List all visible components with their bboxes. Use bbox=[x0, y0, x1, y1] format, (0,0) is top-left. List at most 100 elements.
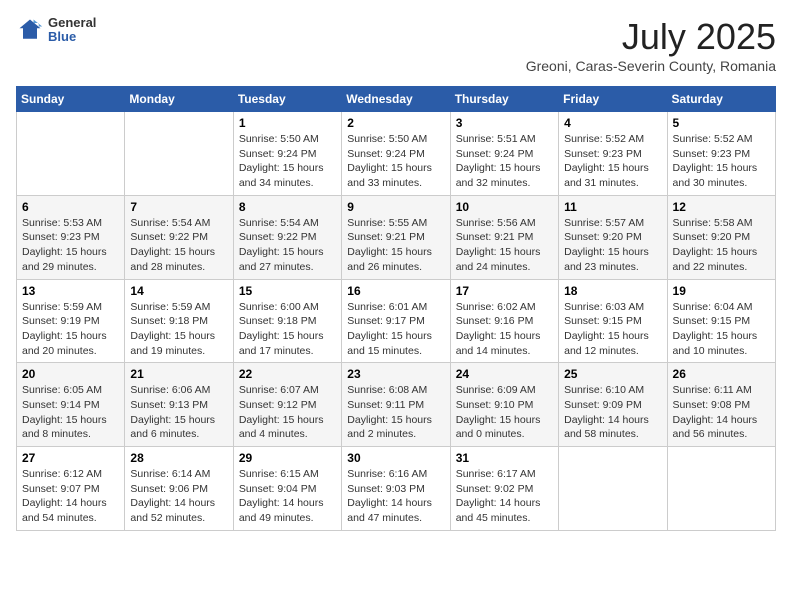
calendar-cell: 13 Sunrise: 5:59 AMSunset: 9:19 PMDayligh… bbox=[17, 279, 125, 363]
calendar-cell bbox=[559, 447, 667, 531]
day-number: 9 bbox=[347, 200, 444, 214]
day-info: Sunrise: 5:51 AMSunset: 9:24 PMDaylight:… bbox=[456, 132, 553, 191]
calendar-cell: 11Sunrise: 5:57 AMSunset: 9:20 PMDayligh… bbox=[559, 195, 667, 279]
day-number: 21 bbox=[130, 367, 227, 381]
day-number: 3 bbox=[456, 116, 553, 130]
day-info: Sunrise: 6:09 AMSunset: 9:10 PMDaylight:… bbox=[456, 383, 553, 442]
calendar-cell bbox=[125, 112, 233, 196]
logo-blue-text: Blue bbox=[48, 30, 96, 44]
calendar-cell: 9Sunrise: 5:55 AMSunset: 9:21 PMDaylight… bbox=[342, 195, 450, 279]
calendar-cell: 23 Sunrise: 6:08 AMSunset: 9:11 PMDayligh… bbox=[342, 363, 450, 447]
day-info: Sunrise: 6:01 AMSunset: 9:17 PMDaylight:… bbox=[347, 300, 444, 359]
day-number: 20 bbox=[22, 367, 119, 381]
calendar-cell: 3 Sunrise: 5:51 AMSunset: 9:24 PMDaylight… bbox=[450, 112, 558, 196]
calendar-cell: 15Sunrise: 6:00 AMSunset: 9:18 PMDayligh… bbox=[233, 279, 341, 363]
calendar-cell bbox=[667, 447, 775, 531]
day-info: Sunrise: 6:06 AMSunset: 9:13 PMDaylight:… bbox=[130, 383, 227, 442]
day-number: 8 bbox=[239, 200, 336, 214]
calendar-cell: 31Sunrise: 6:17 AMSunset: 9:02 PMDayligh… bbox=[450, 447, 558, 531]
header-friday: Friday bbox=[559, 87, 667, 112]
calendar-cell: 29 Sunrise: 6:15 AMSunset: 9:04 PMDayligh… bbox=[233, 447, 341, 531]
day-number: 25 bbox=[564, 367, 661, 381]
day-info: Sunrise: 5:52 AMSunset: 9:23 PMDaylight:… bbox=[673, 132, 770, 191]
calendar-cell: 4Sunrise: 5:52 AMSunset: 9:23 PMDaylight… bbox=[559, 112, 667, 196]
day-number: 19 bbox=[673, 284, 770, 298]
day-number: 16 bbox=[347, 284, 444, 298]
calendar-week-5: 27 Sunrise: 6:12 AMSunset: 9:07 PMDayligh… bbox=[17, 447, 776, 531]
calendar-cell: 8 Sunrise: 5:54 AMSunset: 9:22 PMDaylight… bbox=[233, 195, 341, 279]
day-number: 12 bbox=[673, 200, 770, 214]
day-info: Sunrise: 5:59 AMSunset: 9:19 PMDaylight:… bbox=[22, 300, 119, 359]
calendar-cell bbox=[17, 112, 125, 196]
calendar-header-row: SundayMondayTuesdayWednesdayThursdayFrid… bbox=[17, 87, 776, 112]
day-number: 23 bbox=[347, 367, 444, 381]
calendar-cell: 28 Sunrise: 6:14 AMSunset: 9:06 PMDayligh… bbox=[125, 447, 233, 531]
calendar-cell: 27 Sunrise: 6:12 AMSunset: 9:07 PMDayligh… bbox=[17, 447, 125, 531]
day-number: 17 bbox=[456, 284, 553, 298]
day-info: Sunrise: 6:14 AMSunset: 9:06 PMDaylight:… bbox=[130, 467, 227, 526]
day-info: Sunrise: 6:11 AMSunset: 9:08 PMDaylight:… bbox=[673, 383, 770, 442]
day-number: 26 bbox=[673, 367, 770, 381]
day-info: Sunrise: 6:07 AMSunset: 9:12 PMDaylight:… bbox=[239, 383, 336, 442]
header-tuesday: Tuesday bbox=[233, 87, 341, 112]
day-info: Sunrise: 6:08 AMSunset: 9:11 PMDaylight:… bbox=[347, 383, 444, 442]
calendar-cell: 22 Sunrise: 6:07 AMSunset: 9:12 PMDayligh… bbox=[233, 363, 341, 447]
page-header: General Blue July 2025 Greoni, Caras-Sev… bbox=[16, 16, 776, 74]
calendar-cell: 18 Sunrise: 6:03 AMSunset: 9:15 PMDayligh… bbox=[559, 279, 667, 363]
day-number: 2 bbox=[347, 116, 444, 130]
header-thursday: Thursday bbox=[450, 87, 558, 112]
calendar-cell: 17 Sunrise: 6:02 AMSunset: 9:16 PMDayligh… bbox=[450, 279, 558, 363]
day-info: Sunrise: 6:10 AMSunset: 9:09 PMDaylight:… bbox=[564, 383, 661, 442]
day-info: Sunrise: 5:50 AMSunset: 9:24 PMDaylight:… bbox=[347, 132, 444, 191]
calendar-cell: 7Sunrise: 5:54 AMSunset: 9:22 PMDaylight… bbox=[125, 195, 233, 279]
day-number: 13 bbox=[22, 284, 119, 298]
calendar-cell: 26 Sunrise: 6:11 AMSunset: 9:08 PMDayligh… bbox=[667, 363, 775, 447]
day-info: Sunrise: 6:03 AMSunset: 9:15 PMDaylight:… bbox=[564, 300, 661, 359]
day-info: Sunrise: 5:50 AMSunset: 9:24 PMDaylight:… bbox=[239, 132, 336, 191]
day-info: Sunrise: 6:02 AMSunset: 9:16 PMDaylight:… bbox=[456, 300, 553, 359]
calendar-week-2: 6 Sunrise: 5:53 AMSunset: 9:23 PMDaylight… bbox=[17, 195, 776, 279]
day-number: 10 bbox=[456, 200, 553, 214]
day-number: 7 bbox=[130, 200, 227, 214]
day-number: 1 bbox=[239, 116, 336, 130]
calendar-cell: 20Sunrise: 6:05 AMSunset: 9:14 PMDayligh… bbox=[17, 363, 125, 447]
day-info: Sunrise: 6:16 AMSunset: 9:03 PMDaylight:… bbox=[347, 467, 444, 526]
day-info: Sunrise: 5:59 AMSunset: 9:18 PMDaylight:… bbox=[130, 300, 227, 359]
day-info: Sunrise: 6:12 AMSunset: 9:07 PMDaylight:… bbox=[22, 467, 119, 526]
calendar-cell: 25 Sunrise: 6:10 AMSunset: 9:09 PMDayligh… bbox=[559, 363, 667, 447]
day-number: 24 bbox=[456, 367, 553, 381]
header-sunday: Sunday bbox=[17, 87, 125, 112]
day-info: Sunrise: 6:04 AMSunset: 9:15 PMDaylight:… bbox=[673, 300, 770, 359]
day-number: 18 bbox=[564, 284, 661, 298]
title-block: July 2025 Greoni, Caras-Severin County, … bbox=[526, 16, 776, 74]
calendar-cell: 2 Sunrise: 5:50 AMSunset: 9:24 PMDaylight… bbox=[342, 112, 450, 196]
day-info: Sunrise: 6:15 AMSunset: 9:04 PMDaylight:… bbox=[239, 467, 336, 526]
day-number: 27 bbox=[22, 451, 119, 465]
calendar-cell: 16 Sunrise: 6:01 AMSunset: 9:17 PMDayligh… bbox=[342, 279, 450, 363]
day-info: Sunrise: 6:00 AMSunset: 9:18 PMDaylight:… bbox=[239, 300, 336, 359]
day-info: Sunrise: 5:56 AMSunset: 9:21 PMDaylight:… bbox=[456, 216, 553, 275]
day-info: Sunrise: 5:54 AMSunset: 9:22 PMDaylight:… bbox=[239, 216, 336, 275]
day-number: 6 bbox=[22, 200, 119, 214]
logo-icon bbox=[16, 16, 44, 44]
header-saturday: Saturday bbox=[667, 87, 775, 112]
day-number: 30 bbox=[347, 451, 444, 465]
day-number: 22 bbox=[239, 367, 336, 381]
calendar-cell: 24 Sunrise: 6:09 AMSunset: 9:10 PMDayligh… bbox=[450, 363, 558, 447]
day-number: 28 bbox=[130, 451, 227, 465]
calendar-week-3: 13 Sunrise: 5:59 AMSunset: 9:19 PMDayligh… bbox=[17, 279, 776, 363]
header-wednesday: Wednesday bbox=[342, 87, 450, 112]
calendar-cell: 19 Sunrise: 6:04 AMSunset: 9:15 PMDayligh… bbox=[667, 279, 775, 363]
calendar-cell: 6 Sunrise: 5:53 AMSunset: 9:23 PMDaylight… bbox=[17, 195, 125, 279]
calendar-week-1: 1 Sunrise: 5:50 AMSunset: 9:24 PMDaylight… bbox=[17, 112, 776, 196]
day-number: 29 bbox=[239, 451, 336, 465]
day-number: 31 bbox=[456, 451, 553, 465]
calendar-week-4: 20Sunrise: 6:05 AMSunset: 9:14 PMDayligh… bbox=[17, 363, 776, 447]
day-number: 4 bbox=[564, 116, 661, 130]
calendar-cell: 14Sunrise: 5:59 AMSunset: 9:18 PMDayligh… bbox=[125, 279, 233, 363]
day-info: Sunrise: 5:53 AMSunset: 9:23 PMDaylight:… bbox=[22, 216, 119, 275]
logo-text: General Blue bbox=[48, 16, 96, 45]
month-title: July 2025 bbox=[526, 16, 776, 58]
logo-general-text: General bbox=[48, 16, 96, 30]
day-number: 5 bbox=[673, 116, 770, 130]
